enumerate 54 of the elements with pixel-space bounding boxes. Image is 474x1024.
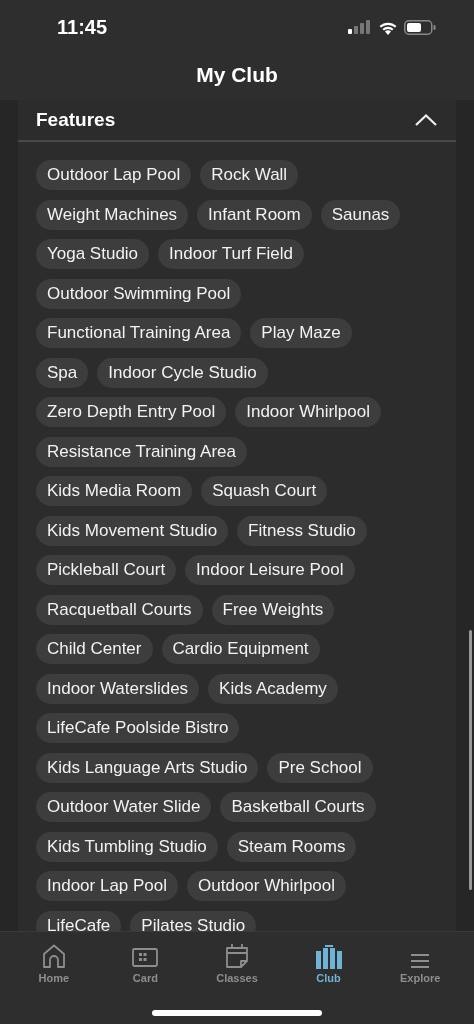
feature-tag: Cardio Equipment	[161, 634, 320, 664]
feature-tag: Zero Depth Entry Pool	[36, 397, 227, 427]
feature-tag: Child Center	[36, 634, 153, 664]
menu-icon	[410, 953, 431, 969]
feature-tag: Racquetball Courts	[36, 594, 203, 625]
feature-tag: Indoor Waterslides	[36, 673, 200, 704]
feature-tag: Kids Academy	[208, 673, 338, 704]
feature-tag: Weight Machines	[36, 199, 189, 230]
signal-icon	[348, 20, 372, 34]
home-icon	[40, 943, 67, 969]
feature-tag: LifeCafe	[36, 910, 122, 931]
feature-tag: Fitness Studio	[237, 515, 367, 546]
feature-tag: Saunas	[320, 199, 401, 230]
feature-tag: Outdoor Swimming Pool	[36, 278, 242, 309]
tab[interactable]: Home	[13, 938, 94, 984]
feature-tag: Infant Room	[197, 199, 312, 230]
feature-tag: Rock Wall	[200, 160, 299, 190]
feature-tag: Outdoor Water Slide	[36, 792, 212, 822]
card-icon	[132, 947, 159, 969]
feature-tag: Squash Court	[201, 476, 328, 506]
feature-tag: Pre School	[267, 752, 373, 783]
status-time: 11:45	[57, 15, 108, 39]
feature-tag: Resistance Training Area	[36, 436, 247, 467]
feature-tag: Basketball Courts	[220, 792, 376, 822]
feature-tag: Kids Movement Studio	[36, 515, 229, 546]
feature-tag: Indoor Cycle Studio	[97, 357, 268, 388]
page-title: My Club	[195, 62, 279, 88]
feature-tag: Kids Language Arts Studio	[36, 752, 259, 783]
chevron-icon[interactable]	[415, 114, 437, 126]
feature-tag: Kids Tumbling Studio	[36, 831, 218, 862]
feature-tag: Steam Rooms	[226, 831, 357, 862]
feature-tag: Spa	[36, 357, 89, 388]
feature-tag: Pickleball Court	[36, 555, 177, 585]
feature-tag: Free Weights	[211, 594, 335, 625]
feature-tag: Indoor Leisure Pool	[185, 555, 355, 585]
tab[interactable]: Club	[288, 938, 369, 984]
feature-tag: Outdoor Lap Pool	[36, 160, 192, 190]
calendar-icon	[225, 943, 249, 969]
feature-tag: LifeCafe Poolside Bistro	[36, 713, 240, 743]
tab[interactable]: Explore	[380, 938, 461, 984]
feature-tag: Pilates Studio	[130, 910, 257, 931]
section-title: Features	[36, 109, 116, 131]
feature-tag: Outdoor Whirlpool	[187, 871, 347, 901]
tab[interactable]: Card	[105, 938, 186, 984]
feature-tag: Kids Media Room	[36, 476, 193, 506]
feature-tag: Indoor Lap Pool	[36, 871, 179, 901]
tab[interactable]: Classes	[197, 938, 277, 984]
feature-tag: Indoor Whirlpool	[235, 397, 381, 427]
feature-tag: Yoga Studio	[36, 239, 150, 269]
feature-tag: Indoor Turf Field	[158, 239, 304, 269]
feature-tag: Play Maze	[250, 318, 352, 348]
building-icon	[315, 945, 342, 969]
battery-icon	[404, 19, 436, 35]
feature-tag: Functional Training Area	[36, 318, 242, 348]
